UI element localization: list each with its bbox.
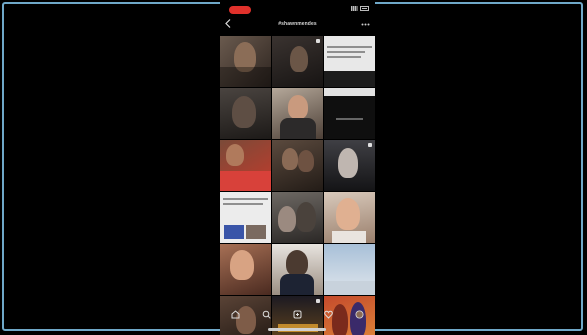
grid-post[interactable] (272, 140, 323, 191)
grid-post[interactable] (272, 244, 323, 295)
home-icon (231, 309, 240, 318)
hashtag-header: #shawnmendes (220, 18, 375, 32)
video-icon (316, 39, 320, 43)
grid-post[interactable] (324, 36, 375, 87)
status-icons (351, 6, 369, 11)
grid-post[interactable] (220, 140, 271, 191)
grid-post[interactable] (272, 192, 323, 243)
bottom-nav (220, 307, 375, 321)
video-icon (368, 143, 372, 147)
search-icon (262, 310, 271, 319)
more-icon (361, 23, 370, 26)
recording-indicator (229, 6, 251, 14)
phone-screen: #shawnmendes (220, 0, 375, 335)
add-post-icon (293, 310, 302, 318)
nav-search[interactable] (262, 309, 272, 319)
grid-post[interactable] (272, 88, 323, 139)
grid-post[interactable] (220, 36, 271, 87)
grid-post[interactable] (220, 192, 271, 243)
nav-home[interactable] (231, 309, 241, 319)
grid-post[interactable] (324, 244, 375, 295)
video-icon (316, 299, 320, 303)
battery-icon (360, 6, 369, 11)
nav-activity[interactable] (324, 309, 334, 319)
grid-post[interactable] (220, 244, 271, 295)
home-indicator[interactable] (268, 328, 326, 331)
grid-post[interactable] (220, 88, 271, 139)
heart-icon (324, 310, 333, 319)
grid-post[interactable] (324, 140, 375, 191)
grid-post[interactable] (324, 192, 375, 243)
grid-post[interactable] (324, 88, 375, 139)
signal-icon (351, 6, 358, 11)
nav-add-post[interactable] (293, 309, 303, 319)
grid-post[interactable] (272, 36, 323, 87)
status-bar (220, 0, 375, 14)
more-button[interactable] (361, 19, 370, 29)
page-title: #shawnmendes (278, 21, 317, 27)
profile-icon (355, 310, 364, 318)
post-grid (220, 36, 375, 335)
nav-profile[interactable] (355, 309, 365, 319)
